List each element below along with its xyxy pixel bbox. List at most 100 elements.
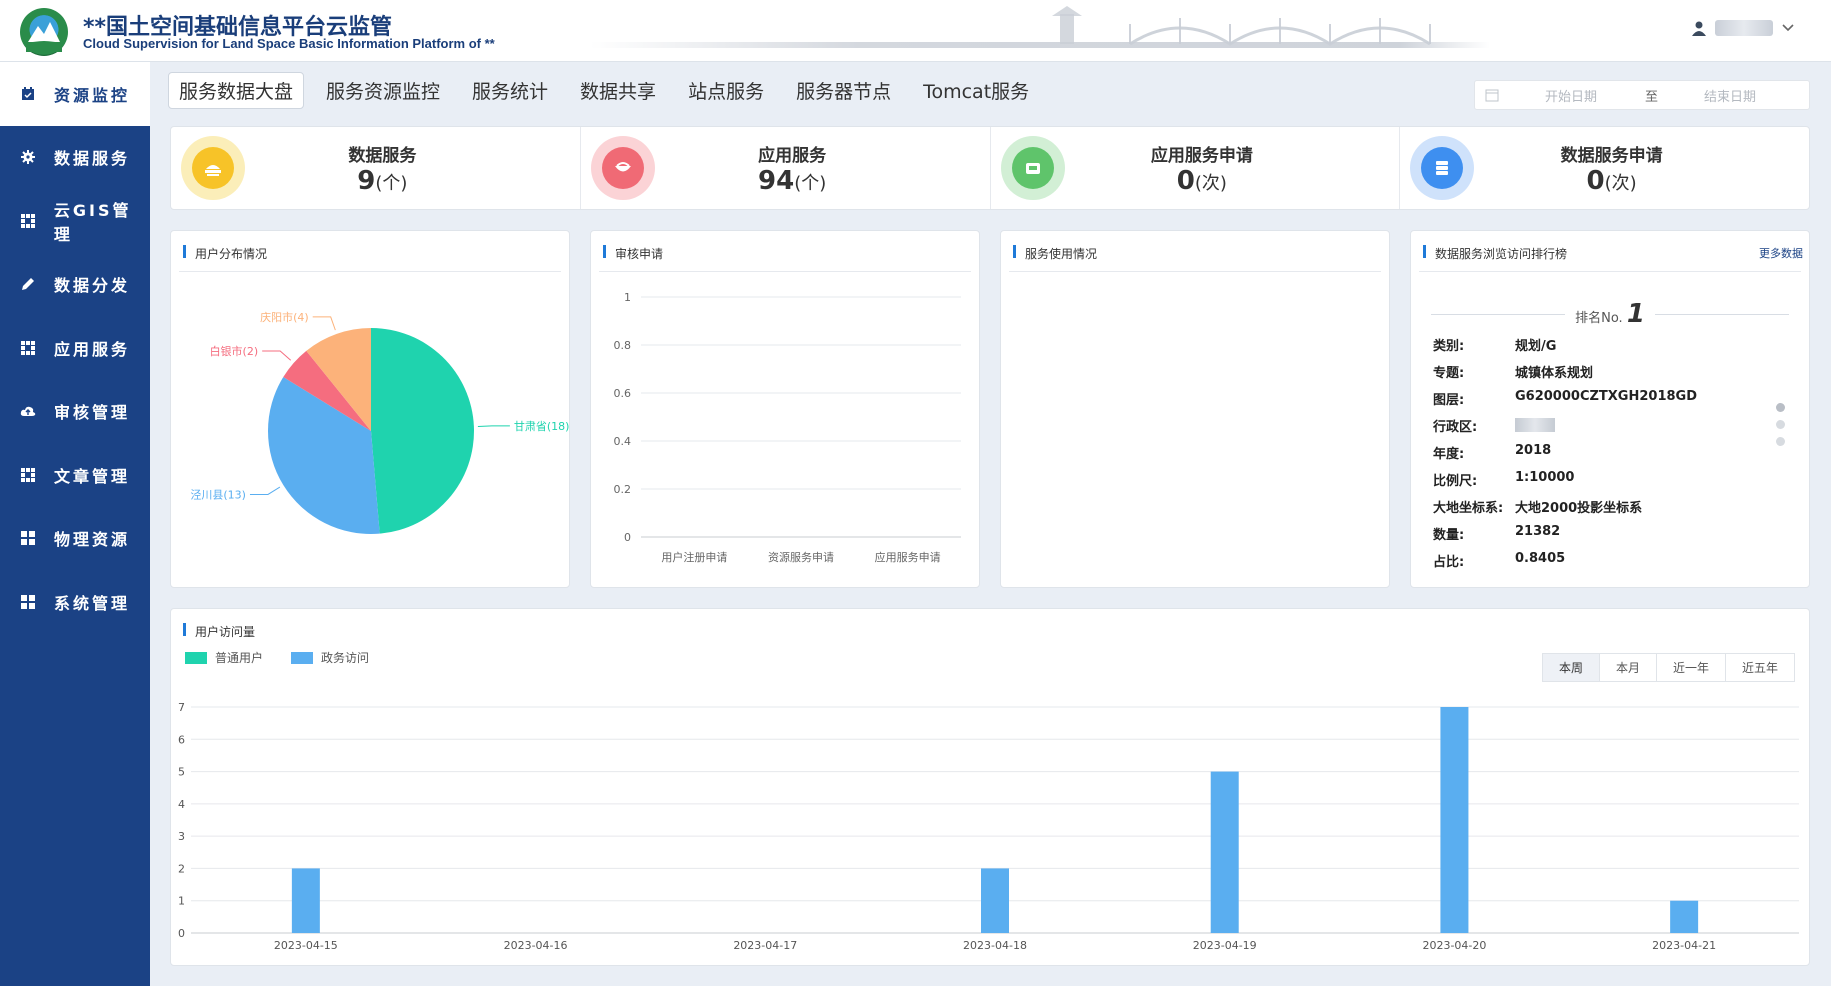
x-tick-label: 2023-04-19 xyxy=(1193,939,1257,952)
sidebar-item-app-service[interactable]: 应用服务 xyxy=(0,316,150,380)
bar[interactable] xyxy=(981,868,1009,933)
stat-card-data-service-request[interactable]: 数据服务申请 0(次) xyxy=(1400,127,1809,209)
stat-card-app-service[interactable]: 应用服务 94(个) xyxy=(581,127,991,209)
panel-title: 审核申请 xyxy=(603,245,663,262)
bar[interactable] xyxy=(1210,771,1239,933)
sidebar-item-resource-monitor[interactable]: 资源监控 xyxy=(0,62,150,126)
divider xyxy=(179,271,561,272)
tab-site-service[interactable]: 站点服务 xyxy=(678,73,774,108)
pie-label-line xyxy=(249,486,281,495)
pencil-icon xyxy=(20,276,36,292)
more-data-link[interactable]: 更多数据 xyxy=(1759,245,1803,261)
legend-swatch xyxy=(291,651,314,664)
pie-label: 庆阳市(4) xyxy=(260,310,309,324)
tab-resource-monitor[interactable]: 服务资源监控 xyxy=(316,73,450,108)
username-redacted xyxy=(1715,20,1773,36)
sidebar-item-system[interactable]: 系统管理 xyxy=(0,570,150,634)
field-value: 0.8405 xyxy=(1515,551,1566,566)
range-button-this-week[interactable]: 本周 xyxy=(1542,654,1600,681)
stat-icon-ring xyxy=(181,136,245,200)
tab-bar: 服务数据大盘 服务资源监控 服务统计 数据共享 站点服务 服务器节点 Tomca… xyxy=(168,72,1051,109)
divider xyxy=(1419,271,1801,272)
tab-tomcat[interactable]: Tomcat服务 xyxy=(913,73,1039,108)
bowl-icon xyxy=(601,147,644,189)
sidebar-item-audit[interactable]: 审核管理 xyxy=(0,380,150,444)
sidebar-item-cloud-gis[interactable]: 云GIS管理 xyxy=(0,189,150,253)
database-icon xyxy=(1421,147,1464,189)
range-button-this-month[interactable]: 本月 xyxy=(1599,654,1657,681)
rank-field: 大地坐标系: 大地2000投影坐标系 xyxy=(1433,497,1642,516)
bar[interactable] xyxy=(291,868,320,933)
sidebar-item-label: 资源监控 xyxy=(54,85,131,105)
legend-label: 政务访问 xyxy=(321,651,370,665)
stat-icon-ring xyxy=(1410,136,1475,200)
panel-title: 用户分布情况 xyxy=(183,245,267,262)
rank-field: 类别: 规划/G xyxy=(1433,335,1556,354)
panel-audit-requests: 审核申请 0 0.2 0.4 0.6 0.8 1 用户注册申请 资源服务申请 应用服务申请 xyxy=(590,230,980,588)
sidebar-item-label: 数据服务 xyxy=(54,149,131,169)
y-tick-label: 0.4 xyxy=(614,435,632,448)
sidebar-item-label: 数据分发 xyxy=(54,276,131,296)
x-tick-label: 2023-04-20 xyxy=(1422,939,1486,952)
field-value: 21382 xyxy=(1515,524,1561,539)
stat-unit: (个) xyxy=(794,172,827,194)
carousel-dot[interactable] xyxy=(1776,420,1785,429)
range-button-last-year[interactable]: 近一年 xyxy=(1656,654,1726,681)
tab-server-node[interactable]: 服务器节点 xyxy=(786,73,901,108)
carousel-dots[interactable] xyxy=(1776,403,1785,446)
platform-logo xyxy=(20,8,68,56)
legend-item[interactable]: 普通用户 xyxy=(185,649,263,666)
divider xyxy=(1009,271,1381,272)
tab-service-stats[interactable]: 服务统计 xyxy=(462,73,558,108)
field-value: 大地2000投影坐标系 xyxy=(1515,501,1643,516)
field-key: 比例尺: xyxy=(1433,474,1478,489)
bridge-skyline-decoration xyxy=(590,6,1490,48)
stat-summary-row: 数据服务 9(个) 应用服务 94(个) 应用服务申请 0(次) 数据服务申请 … xyxy=(170,126,1810,210)
field-value: 1:10000 xyxy=(1515,470,1575,485)
stat-card-app-service-request[interactable]: 应用服务申请 0(次) xyxy=(991,127,1401,209)
rank-field: 年度: 2018 xyxy=(1433,443,1551,462)
y-tick-label: 0.2 xyxy=(614,483,632,496)
date-range-picker[interactable]: 开始日期 至 结束日期 xyxy=(1474,80,1810,110)
carousel-dot[interactable] xyxy=(1776,437,1785,446)
end-date-input[interactable]: 结束日期 xyxy=(1704,86,1756,105)
field-key: 类别: xyxy=(1433,339,1465,354)
start-date-input[interactable]: 开始日期 xyxy=(1545,86,1597,105)
chevron-down-icon[interactable] xyxy=(1781,23,1795,33)
bar[interactable] xyxy=(1440,707,1469,933)
user-menu[interactable] xyxy=(1691,20,1795,36)
sidebar-item-physical-resource[interactable]: 物理资源 xyxy=(0,507,150,571)
legend-item[interactable]: 政务访问 xyxy=(291,649,369,666)
pie-label: 甘肃省(18) xyxy=(514,420,570,433)
cloud-icon xyxy=(20,403,36,419)
carousel-dot[interactable] xyxy=(1776,403,1785,412)
rank-field: 行政区: xyxy=(1433,416,1555,435)
field-value: 规划/G xyxy=(1515,339,1557,354)
y-tick-label: 5 xyxy=(178,766,185,779)
y-tick-label: 7 xyxy=(178,701,185,714)
stat-unit: (个) xyxy=(375,172,408,194)
stat-label: 数据服务 xyxy=(348,145,417,166)
rank-field: 专题: 城镇体系规划 xyxy=(1433,362,1593,381)
rank-prefix: 排名No. xyxy=(1575,311,1623,326)
bar[interactable] xyxy=(1670,900,1699,933)
panel-title: 数据服务浏览访问排行榜 xyxy=(1423,245,1567,262)
date-separator: 至 xyxy=(1645,89,1659,105)
stat-value: 94 xyxy=(758,165,795,196)
pie-label: 白银市(2) xyxy=(210,344,259,358)
sidebar-item-data-service[interactable]: 数据服务 xyxy=(0,126,150,190)
sidebar: 资源监控 数据服务 云GIS管理 数据分发 应用服务 审核管理 文章管理 物理资… xyxy=(0,62,150,986)
y-tick-label: 2 xyxy=(178,862,185,875)
y-tick-label: 3 xyxy=(178,830,185,843)
stat-card-data-service[interactable]: 数据服务 9(个) xyxy=(171,127,581,209)
tab-service-dashboard[interactable]: 服务数据大盘 xyxy=(168,72,305,109)
sidebar-item-article[interactable]: 文章管理 xyxy=(0,443,150,507)
pie-slice[interactable] xyxy=(371,328,475,534)
tab-data-sharing[interactable]: 数据共享 xyxy=(570,73,666,108)
rank-field: 占比: 0.8405 xyxy=(1433,551,1565,570)
range-button-last-five-years[interactable]: 近五年 xyxy=(1725,654,1794,681)
sidebar-item-label: 系统管理 xyxy=(54,593,131,613)
sidebar-item-data-distribution[interactable]: 数据分发 xyxy=(0,253,150,317)
legend-label: 普通用户 xyxy=(215,651,264,665)
stat-unit: (次) xyxy=(1604,172,1637,194)
